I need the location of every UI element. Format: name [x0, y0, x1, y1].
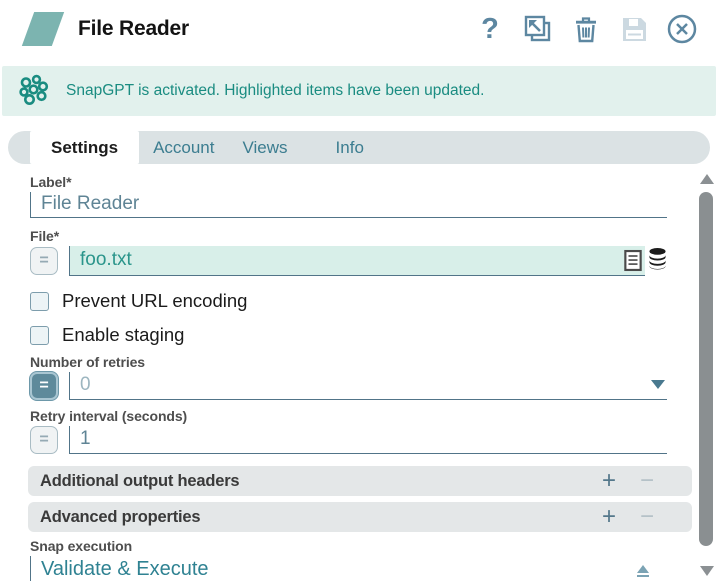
- snap-settings-dialog: File Reader ?: [0, 0, 718, 581]
- scroll-down-icon[interactable]: [700, 566, 714, 576]
- execution-value: Validate & Execute: [41, 558, 209, 581]
- remove-row-icon[interactable]: −: [640, 505, 654, 529]
- scrollbar-thumb[interactable]: [699, 192, 713, 546]
- retries-select: [69, 372, 667, 400]
- dialog-title: File Reader: [78, 17, 189, 41]
- interval-expression-toggle[interactable]: =: [30, 426, 58, 454]
- add-row-icon[interactable]: +: [602, 505, 616, 529]
- accordion-title: Additional output headers: [40, 472, 239, 491]
- accordion-advanced-properties[interactable]: Advanced properties + −: [28, 502, 692, 532]
- snapgpt-icon: [16, 74, 50, 108]
- chevron-down-icon[interactable]: [651, 380, 665, 389]
- help-icon: ?: [481, 15, 499, 44]
- tab-bar: Settings Account Views Info: [8, 131, 710, 164]
- save-icon: [619, 14, 649, 44]
- remove-row-icon[interactable]: −: [640, 469, 654, 493]
- delete-button[interactable]: [570, 13, 602, 45]
- enable-staging-checkbox[interactable]: [30, 326, 49, 345]
- interval-input[interactable]: [69, 426, 667, 454]
- suggest-button[interactable]: [624, 249, 642, 277]
- file-field-label: File*: [30, 228, 667, 244]
- equals-icon: =: [39, 377, 48, 395]
- prevent-url-row: Prevent URL encoding: [30, 290, 667, 312]
- database-icon: [648, 247, 667, 270]
- accordion-title: Advanced properties: [40, 508, 200, 527]
- execution-select[interactable]: Validate & Execute: [30, 556, 650, 581]
- label-input[interactable]: [30, 192, 667, 218]
- execution-field-label: Snap execution: [30, 538, 667, 554]
- retries-expression-toggle[interactable]: =: [30, 372, 58, 400]
- trash-icon: [571, 14, 601, 44]
- equals-icon: =: [39, 431, 48, 449]
- accordion-actions: + −: [602, 505, 654, 529]
- dialog-header: File Reader ?: [0, 0, 718, 58]
- snapgpt-banner: SnapGPT is activated. Highlighted items …: [2, 66, 716, 116]
- file-input[interactable]: [70, 247, 619, 275]
- help-button[interactable]: ?: [474, 13, 506, 45]
- interval-field-label: Retry interval (seconds): [30, 408, 667, 424]
- interval-field-row: =: [30, 426, 667, 454]
- tab-info[interactable]: Info: [322, 131, 378, 164]
- select-toggle-icon[interactable]: [636, 565, 650, 577]
- save-button[interactable]: [618, 13, 650, 45]
- vertical-scrollbar[interactable]: [698, 170, 715, 582]
- header-actions: ?: [474, 13, 698, 45]
- add-row-icon[interactable]: +: [602, 469, 616, 493]
- equals-icon: =: [39, 252, 48, 270]
- prevent-url-label: Prevent URL encoding: [62, 290, 247, 312]
- snap-shape-icon: [22, 12, 64, 46]
- browse-files-button[interactable]: [648, 247, 667, 275]
- tab-account[interactable]: Account: [139, 131, 228, 164]
- file-field-row: =: [30, 246, 667, 276]
- settings-panel: Label* File* =: [0, 164, 718, 581]
- label-field-row: [30, 192, 667, 218]
- file-expression-toggle[interactable]: =: [30, 247, 58, 275]
- scroll-up-icon[interactable]: [700, 174, 714, 184]
- tab-settings[interactable]: Settings: [30, 131, 139, 164]
- banner-message: SnapGPT is activated. Highlighted items …: [66, 82, 484, 100]
- prevent-url-checkbox[interactable]: [30, 292, 49, 311]
- label-field-label: Label*: [30, 174, 667, 190]
- tab-views[interactable]: Views: [229, 131, 302, 164]
- popout-icon: [523, 14, 553, 44]
- document-icon: [624, 249, 642, 272]
- popout-button[interactable]: [522, 13, 554, 45]
- retries-field-row: =: [30, 372, 667, 400]
- retries-input[interactable]: [69, 372, 667, 400]
- close-icon: [666, 13, 698, 45]
- accordion-output-headers[interactable]: Additional output headers + −: [28, 466, 692, 496]
- enable-staging-label: Enable staging: [62, 324, 184, 346]
- close-button[interactable]: [666, 13, 698, 45]
- file-input-highlighted: [69, 246, 645, 276]
- execution-field-row: Validate & Execute: [30, 556, 650, 581]
- retries-field-label: Number of retries: [30, 354, 667, 370]
- enable-staging-row: Enable staging: [30, 324, 667, 346]
- accordion-actions: + −: [602, 469, 654, 493]
